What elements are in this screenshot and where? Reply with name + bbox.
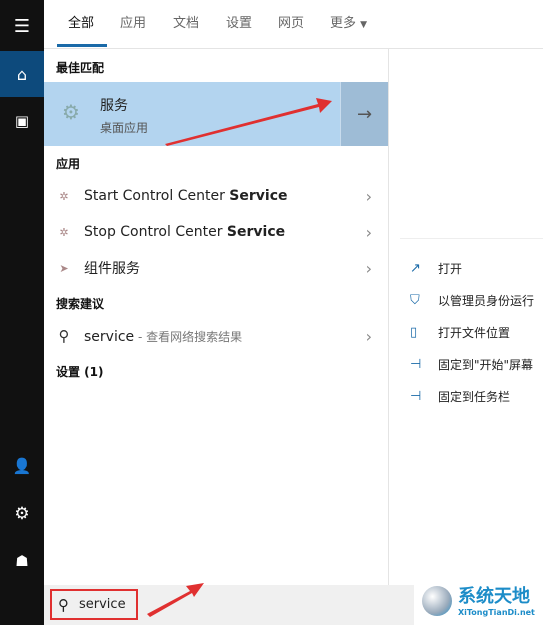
annotation-arrow bbox=[165, 98, 332, 146]
annotation-arrow bbox=[147, 583, 204, 617]
annotation-arrows bbox=[147, 98, 332, 617]
